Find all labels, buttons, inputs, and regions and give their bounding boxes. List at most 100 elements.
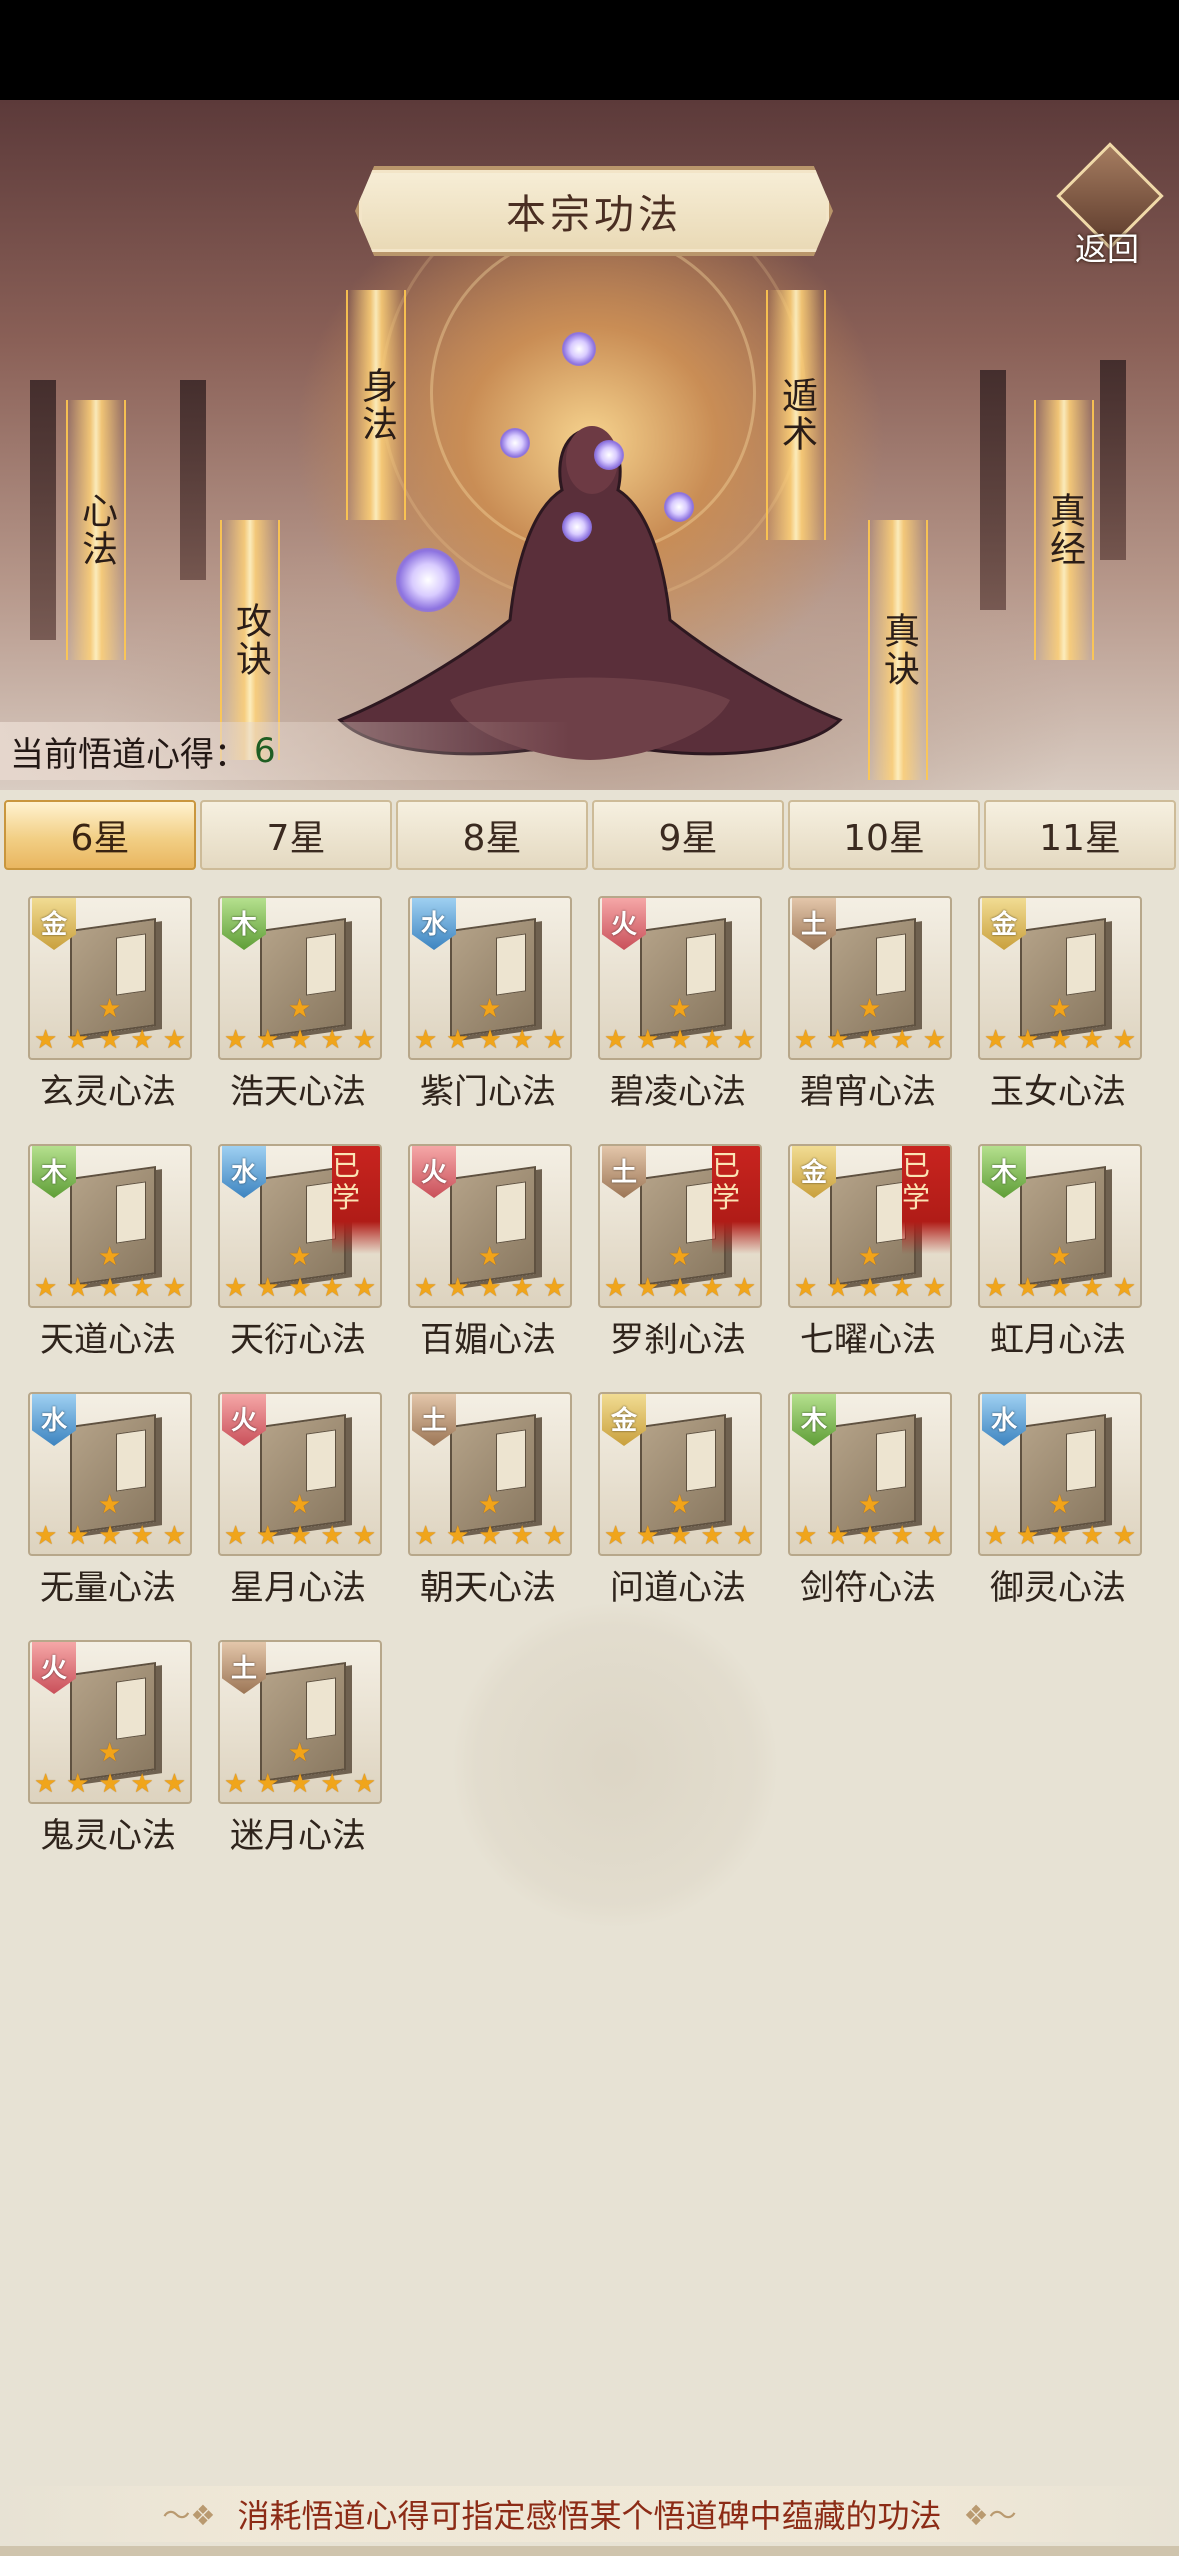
technique-card: 木 ★ ★ ★ ★ ★ ★ [788, 1392, 952, 1556]
back-button[interactable]: 返回 [1052, 142, 1172, 270]
technique-item[interactable]: 水已学 ★ ★ ★ ★ ★ ★ 天衍心法 [206, 1144, 390, 1364]
book-star-icon: ★ [98, 1242, 122, 1272]
star-icon: ★ [826, 1273, 850, 1303]
star-icon: ★ [922, 1273, 946, 1303]
technique-name: 碧凌心法 [610, 1072, 746, 1112]
back-label: 返回 [1074, 230, 1139, 268]
star-icon: ★ [794, 1025, 818, 1055]
star-icon: ★ [34, 1521, 58, 1551]
technique-item[interactable]: 水 ★ ★ ★ ★ ★ ★ 御灵心法 [966, 1392, 1150, 1612]
insight-label: 当前悟道心得： [10, 734, 248, 775]
technique-name: 虹月心法 [990, 1320, 1126, 1360]
technique-item[interactable]: 土已学 ★ ★ ★ ★ ★ ★ 罗刹心法 [586, 1144, 770, 1364]
book-star-icon: ★ [1048, 1490, 1072, 1520]
technique-item[interactable]: 火 ★ ★ ★ ★ ★ ★ 星月心法 [206, 1392, 390, 1612]
technique-item[interactable]: 火 ★ ★ ★ ★ ★ ★ 鬼灵心法 [16, 1640, 200, 1860]
star-icon: ★ [922, 1025, 946, 1055]
technique-item[interactable]: 火 ★ ★ ★ ★ ★ ★ 碧凌心法 [586, 896, 770, 1116]
star-icon: ★ [604, 1273, 628, 1303]
technique-item[interactable]: 水 ★ ★ ★ ★ ★ ★ 无量心法 [16, 1392, 200, 1612]
tab-10-star[interactable]: 10星 [788, 800, 980, 870]
technique-card: 土 ★ ★ ★ ★ ★ ★ [788, 896, 952, 1060]
technique-name: 鬼灵心法 [40, 1816, 176, 1856]
star-icon: ★ [130, 1025, 154, 1055]
technique-card: 金 ★ ★ ★ ★ ★ ★ [978, 896, 1142, 1060]
star-icon: ★ [700, 1273, 724, 1303]
star-icon: ★ [320, 1025, 344, 1055]
stone-pillar [1100, 360, 1126, 560]
star-rating: ★ ★ ★ ★ ★ [224, 1770, 376, 1798]
technique-item[interactable]: 金已学 ★ ★ ★ ★ ★ ★ 七曜心法 [776, 1144, 960, 1364]
book-title-plate [1066, 933, 1096, 996]
book-star-icon: ★ [858, 994, 882, 1024]
star-icon: ★ [604, 1521, 628, 1551]
technique-item[interactable]: 木 ★ ★ ★ ★ ★ ★ 天道心法 [16, 1144, 200, 1364]
technique-item[interactable]: 木 ★ ★ ★ ★ ★ ★ 剑符心法 [776, 1392, 960, 1612]
page-title-banner: 本宗功法 [355, 166, 833, 256]
technique-item[interactable]: 金 ★ ★ ★ ★ ★ ★ 问道心法 [586, 1392, 770, 1612]
technique-item[interactable]: 火 ★ ★ ★ ★ ★ ★ 百媚心法 [396, 1144, 580, 1364]
tab-11-star[interactable]: 11星 [984, 800, 1176, 870]
book-star-icon: ★ [1048, 1242, 1072, 1272]
tab-7-star[interactable]: 7星 [200, 800, 392, 870]
energy-orb [594, 440, 624, 470]
book-star-icon: ★ [1048, 994, 1072, 1024]
technique-name: 浩天心法 [230, 1072, 366, 1112]
technique-card: 水 ★ ★ ★ ★ ★ ★ [978, 1392, 1142, 1556]
technique-item[interactable]: 土 ★ ★ ★ ★ ★ ★ 迷月心法 [206, 1640, 390, 1860]
stone-pillar [30, 380, 56, 640]
star-icon: ★ [984, 1273, 1008, 1303]
book-title-plate [876, 1429, 906, 1492]
star-icon: ★ [1112, 1025, 1136, 1055]
book-star-icon: ★ [288, 1242, 312, 1272]
skill-tag-zhenjing[interactable]: 真经 [1034, 400, 1094, 660]
technique-item[interactable]: 金 ★ ★ ★ ★ ★ ★ 玄灵心法 [16, 896, 200, 1116]
star-icon: ★ [446, 1025, 470, 1055]
star-rating: ★ ★ ★ ★ ★ [414, 1274, 566, 1302]
star-icon: ★ [130, 1521, 154, 1551]
star-rating: ★ ★ ★ ★ ★ [414, 1026, 566, 1054]
skill-tag-xinfa[interactable]: 心法 [66, 400, 126, 660]
tab-9-star[interactable]: 9星 [592, 800, 784, 870]
star-icon: ★ [66, 1769, 90, 1799]
technique-item[interactable]: 水 ★ ★ ★ ★ ★ ★ 紫门心法 [396, 896, 580, 1116]
tab-6-star[interactable]: 6星 [4, 800, 196, 870]
technique-item[interactable]: 金 ★ ★ ★ ★ ★ ★ 玉女心法 [966, 896, 1150, 1116]
star-icon: ★ [890, 1025, 914, 1055]
technique-item[interactable]: 木 ★ ★ ★ ★ ★ ★ 虹月心法 [966, 1144, 1150, 1364]
star-icon: ★ [604, 1025, 628, 1055]
energy-orb [664, 492, 694, 522]
star-icon: ★ [636, 1521, 660, 1551]
star-rating: ★ ★ ★ ★ ★ [34, 1026, 186, 1054]
star-icon: ★ [98, 1273, 122, 1303]
star-icon: ★ [224, 1521, 248, 1551]
star-icon: ★ [1080, 1521, 1104, 1551]
book-title-plate [116, 1677, 146, 1740]
star-icon: ★ [510, 1025, 534, 1055]
star-icon: ★ [984, 1025, 1008, 1055]
star-icon: ★ [1016, 1273, 1040, 1303]
star-icon: ★ [256, 1521, 280, 1551]
book-star-icon: ★ [98, 1738, 122, 1768]
technique-item[interactable]: 土 ★ ★ ★ ★ ★ ★ 朝天心法 [396, 1392, 580, 1612]
technique-item[interactable]: 土 ★ ★ ★ ★ ★ ★ 碧宵心法 [776, 896, 960, 1116]
tab-8-star[interactable]: 8星 [396, 800, 588, 870]
star-rating: ★ ★ ★ ★ ★ [224, 1026, 376, 1054]
star-icon: ★ [256, 1769, 280, 1799]
book-star-icon: ★ [668, 1242, 692, 1272]
technique-card: 水 ★ ★ ★ ★ ★ ★ [28, 1392, 192, 1556]
star-tabs: 6星 7星 8星 9星 10星 11星 [4, 800, 1176, 870]
star-icon: ★ [510, 1273, 534, 1303]
star-icon: ★ [922, 1521, 946, 1551]
star-icon: ★ [446, 1521, 470, 1551]
star-icon: ★ [542, 1521, 566, 1551]
book-title-plate [116, 1429, 146, 1492]
star-icon: ★ [668, 1273, 692, 1303]
star-icon: ★ [130, 1769, 154, 1799]
skill-tag-zhenjue[interactable]: 真诀 [868, 520, 928, 780]
book-title-plate [306, 1429, 336, 1492]
star-rating: ★ ★ ★ ★ ★ [794, 1274, 946, 1302]
technique-item[interactable]: 木 ★ ★ ★ ★ ★ ★ 浩天心法 [206, 896, 390, 1116]
star-rating: ★ ★ ★ ★ ★ [224, 1522, 376, 1550]
star-icon: ★ [732, 1273, 756, 1303]
